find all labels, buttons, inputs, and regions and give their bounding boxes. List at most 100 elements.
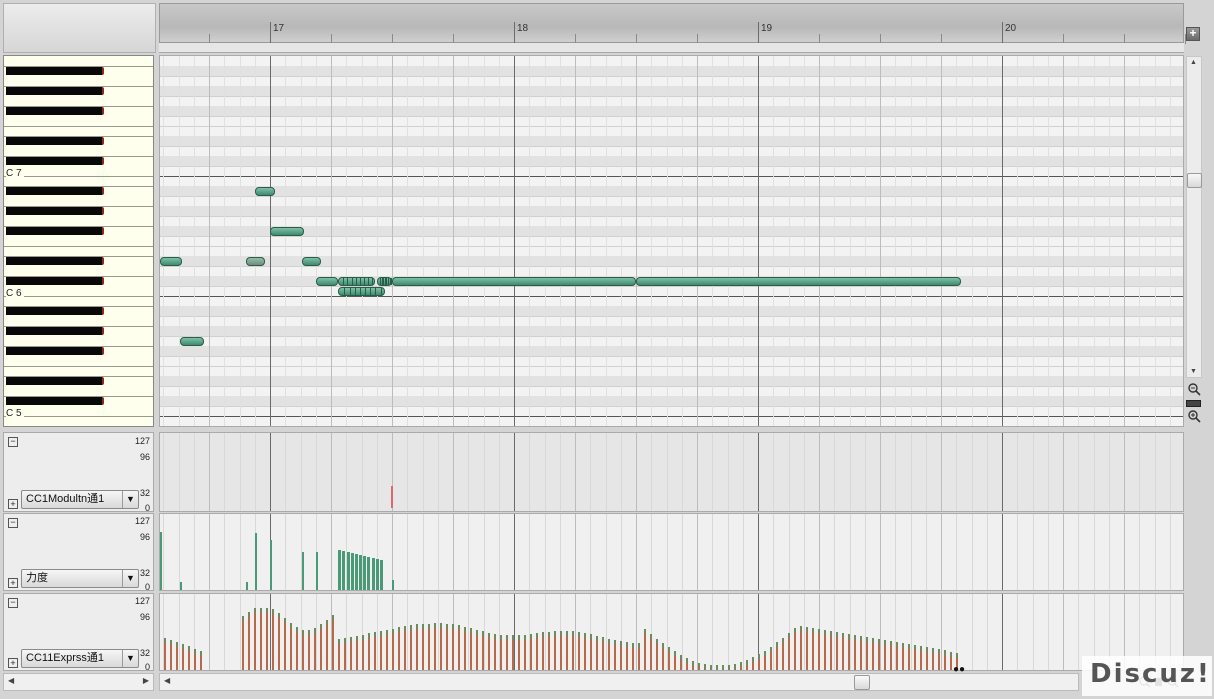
expression-bar[interactable] xyxy=(260,608,262,670)
expression-bar[interactable] xyxy=(764,650,766,670)
expression-bar[interactable] xyxy=(380,631,382,670)
expression-bar[interactable] xyxy=(866,637,868,670)
expression-bar[interactable] xyxy=(818,629,820,670)
expression-bar[interactable] xyxy=(494,633,496,670)
expression-bar[interactable] xyxy=(398,627,400,670)
expression-bar[interactable] xyxy=(524,634,526,670)
black-key[interactable] xyxy=(6,397,104,405)
expression-bar[interactable] xyxy=(506,635,508,670)
midi-note[interactable] xyxy=(255,187,275,196)
expression-bar[interactable] xyxy=(356,635,358,670)
expression-bar[interactable] xyxy=(512,635,514,670)
expression-bar[interactable] xyxy=(500,634,502,670)
expression-bar[interactable] xyxy=(644,629,646,670)
expression-bar[interactable] xyxy=(614,640,616,670)
expression-bar[interactable] xyxy=(578,631,580,670)
expression-bar[interactable] xyxy=(554,631,556,670)
note-grid[interactable] xyxy=(159,55,1184,427)
expression-bar[interactable] xyxy=(308,629,310,670)
expression-bar[interactable] xyxy=(668,647,670,670)
chevron-down-icon[interactable]: ▼ xyxy=(122,650,138,667)
expression-bar[interactable] xyxy=(164,638,166,670)
scroll-up-icon[interactable]: ▲ xyxy=(1190,59,1197,66)
expression-bar[interactable] xyxy=(650,633,652,670)
expression-bar[interactable] xyxy=(302,629,304,670)
expression-bar[interactable] xyxy=(476,629,478,670)
expression-bar[interactable] xyxy=(800,626,802,670)
scroll-down-icon[interactable]: ▼ xyxy=(1190,368,1197,375)
expression-bar[interactable] xyxy=(188,646,190,670)
expression-bar[interactable] xyxy=(182,644,184,670)
expression-bar[interactable] xyxy=(674,651,676,670)
controller-select[interactable]: CC1Modultn通1 ▼ xyxy=(21,490,139,509)
expression-bar[interactable] xyxy=(680,654,682,670)
velocity-bar[interactable] xyxy=(392,580,394,590)
velocity-bar[interactable] xyxy=(359,555,363,590)
black-key[interactable] xyxy=(6,67,104,75)
expression-bar[interactable] xyxy=(926,647,928,670)
expression-bar[interactable] xyxy=(284,618,286,670)
expression-bar[interactable] xyxy=(746,660,748,670)
velocity-bar[interactable] xyxy=(316,552,319,590)
expression-bar[interactable] xyxy=(368,633,370,670)
expression-bar[interactable] xyxy=(518,635,520,670)
expression-bar[interactable] xyxy=(836,632,838,670)
scroll-left-icon[interactable]: ◀ xyxy=(164,676,170,685)
expression-bar[interactable] xyxy=(848,634,850,670)
expression-bar[interactable] xyxy=(770,646,772,670)
expression-bar[interactable] xyxy=(350,637,352,670)
expression-bar[interactable] xyxy=(830,631,832,670)
expression-bar[interactable] xyxy=(872,638,874,670)
ruler-marker-strip[interactable] xyxy=(159,43,1184,53)
expression-bar[interactable] xyxy=(536,633,538,670)
midi-note[interactable] xyxy=(301,257,322,266)
add-controller-button[interactable]: + xyxy=(8,658,18,668)
expression-bar[interactable] xyxy=(812,628,814,670)
expression-bar[interactable] xyxy=(782,637,784,670)
expression-bar[interactable] xyxy=(290,623,292,670)
black-key[interactable] xyxy=(6,327,104,335)
midi-note[interactable] xyxy=(179,337,205,346)
velocity-bar[interactable] xyxy=(375,559,379,590)
expression-bar[interactable] xyxy=(608,638,610,670)
expression-bar[interactable] xyxy=(242,616,244,670)
midi-note[interactable] xyxy=(270,227,305,236)
expression-bar[interactable] xyxy=(686,657,688,670)
controller-select[interactable]: 力度 ▼ xyxy=(21,569,139,588)
expression-bar[interactable] xyxy=(296,627,298,670)
chevron-down-icon[interactable]: ▼ xyxy=(122,570,138,587)
velocity-bar[interactable] xyxy=(255,533,258,590)
black-key[interactable] xyxy=(6,227,104,235)
expression-bar[interactable] xyxy=(884,640,886,670)
zoom-in-icon[interactable] xyxy=(1187,410,1201,424)
expression-bar[interactable] xyxy=(428,623,430,670)
expression-bar[interactable] xyxy=(662,643,664,670)
midi-note[interactable] xyxy=(377,277,393,286)
expression-bar[interactable] xyxy=(902,643,904,670)
expression-bar[interactable] xyxy=(530,633,532,670)
velocity-bar[interactable] xyxy=(338,550,342,590)
expression-bar[interactable] xyxy=(632,642,634,670)
expression-bar[interactable] xyxy=(740,662,742,670)
expression-bar[interactable] xyxy=(620,641,622,670)
expression-bar[interactable] xyxy=(896,642,898,670)
black-key[interactable] xyxy=(6,257,104,265)
lane-expression[interactable] xyxy=(159,593,1184,671)
expression-bar[interactable] xyxy=(752,657,754,670)
expression-bar[interactable] xyxy=(626,642,628,670)
expression-bar[interactable] xyxy=(170,640,172,670)
collapse-lane-button[interactable]: − xyxy=(8,437,18,447)
piano-keyboard[interactable]: C 7 C 6 C 5 xyxy=(3,55,154,427)
collapse-lane-button[interactable]: − xyxy=(8,598,18,608)
expression-bar[interactable] xyxy=(560,630,562,670)
black-key[interactable] xyxy=(6,107,104,115)
expression-bar[interactable] xyxy=(332,614,334,670)
expression-bar[interactable] xyxy=(806,627,808,670)
black-key[interactable] xyxy=(6,207,104,215)
zoom-out-icon[interactable] xyxy=(1187,383,1201,397)
expression-bar[interactable] xyxy=(932,648,934,670)
expression-bar[interactable] xyxy=(776,642,778,670)
black-key[interactable] xyxy=(6,277,104,285)
lane-velocity[interactable] xyxy=(159,513,1184,591)
expression-bar[interactable] xyxy=(272,608,274,670)
